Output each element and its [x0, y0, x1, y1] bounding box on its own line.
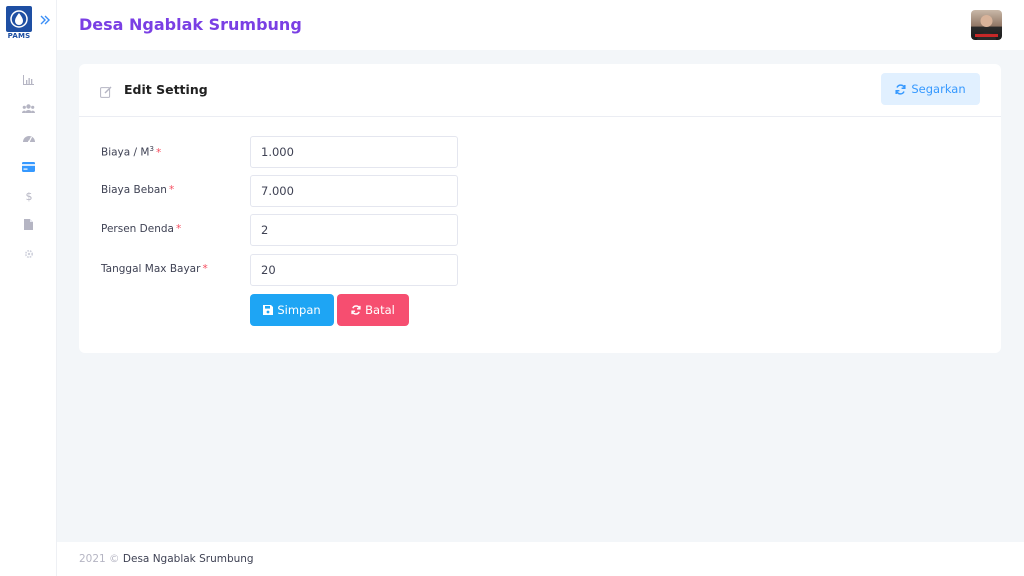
sidebar-nav: $ [0, 65, 57, 268]
form-row-tanggal-max-bayar: Tanggal Max Bayar * [101, 254, 501, 286]
svg-text:$: $ [25, 190, 32, 202]
dollar-icon: $ [25, 190, 32, 202]
sidebar-item-users[interactable] [0, 94, 57, 123]
dashboard-icon [22, 135, 35, 142]
sidebar-item-billing[interactable] [0, 152, 57, 181]
sidebar-item-dashboard[interactable] [0, 123, 57, 152]
footer: 2021 © Desa Ngablak Srumbung [57, 542, 1024, 576]
cancel-button[interactable]: Batal [337, 294, 409, 326]
form-row-biaya-beban: Biaya Beban * [101, 175, 501, 207]
file-icon [24, 219, 33, 230]
floppy-disk-icon [263, 305, 274, 315]
persen-denda-input[interactable] [250, 214, 458, 246]
label-biaya-m3: Biaya / M3 * [101, 145, 162, 159]
footer-text: 2021 © Desa Ngablak Srumbung [79, 553, 254, 565]
label-tanggal-max-bayar: Tanggal Max Bayar * [101, 263, 208, 275]
biaya-m3-input[interactable] [250, 136, 458, 168]
edit-setting-card: Edit Setting Segarkan Biaya / M3* Biaya … [79, 64, 1001, 353]
form-row-biaya-m3: Biaya / M3 * [101, 136, 501, 168]
logo-emblem-icon [6, 6, 32, 32]
form-row-persen-denda: Persen Denda * [101, 214, 501, 246]
logo-text: PAMS [7, 32, 31, 40]
tanggal-max-bayar-input[interactable] [250, 254, 458, 286]
card-header: Edit Setting Segarkan [79, 64, 1001, 117]
biaya-beban-input[interactable] [250, 175, 458, 207]
top-header: Desa Ngablak Srumbung [57, 0, 1024, 50]
refresh-icon [351, 305, 361, 315]
sidebar: PAMS $ [0, 0, 57, 576]
cancel-label: Batal [365, 303, 395, 317]
save-button[interactable]: Simpan [250, 294, 334, 326]
logo[interactable]: PAMS [6, 6, 32, 42]
refresh-label: Segarkan [911, 82, 966, 96]
sidebar-item-settings[interactable] [0, 239, 57, 268]
label-biaya-beban: Biaya Beban * [101, 184, 175, 196]
users-icon [22, 104, 35, 113]
edit-icon [100, 83, 112, 102]
user-avatar[interactable] [971, 10, 1002, 40]
label-persen-denda: Persen Denda * [101, 223, 182, 235]
card-icon [22, 161, 35, 172]
refresh-icon [895, 83, 906, 95]
sidebar-toggle-icon[interactable] [39, 14, 53, 30]
sidebar-item-report[interactable] [0, 210, 57, 239]
footer-year: 2021 © [79, 553, 120, 565]
sidebar-item-chart[interactable] [0, 65, 57, 94]
save-label: Simpan [277, 303, 321, 317]
footer-brand-link[interactable]: Desa Ngablak Srumbung [123, 553, 254, 565]
refresh-button[interactable]: Segarkan [881, 73, 980, 105]
sidebar-item-payment[interactable]: $ [0, 181, 57, 210]
gear-icon [24, 249, 33, 258]
chart-icon [23, 74, 34, 85]
card-title: Edit Setting [124, 82, 208, 97]
app-title: Desa Ngablak Srumbung [79, 15, 302, 34]
